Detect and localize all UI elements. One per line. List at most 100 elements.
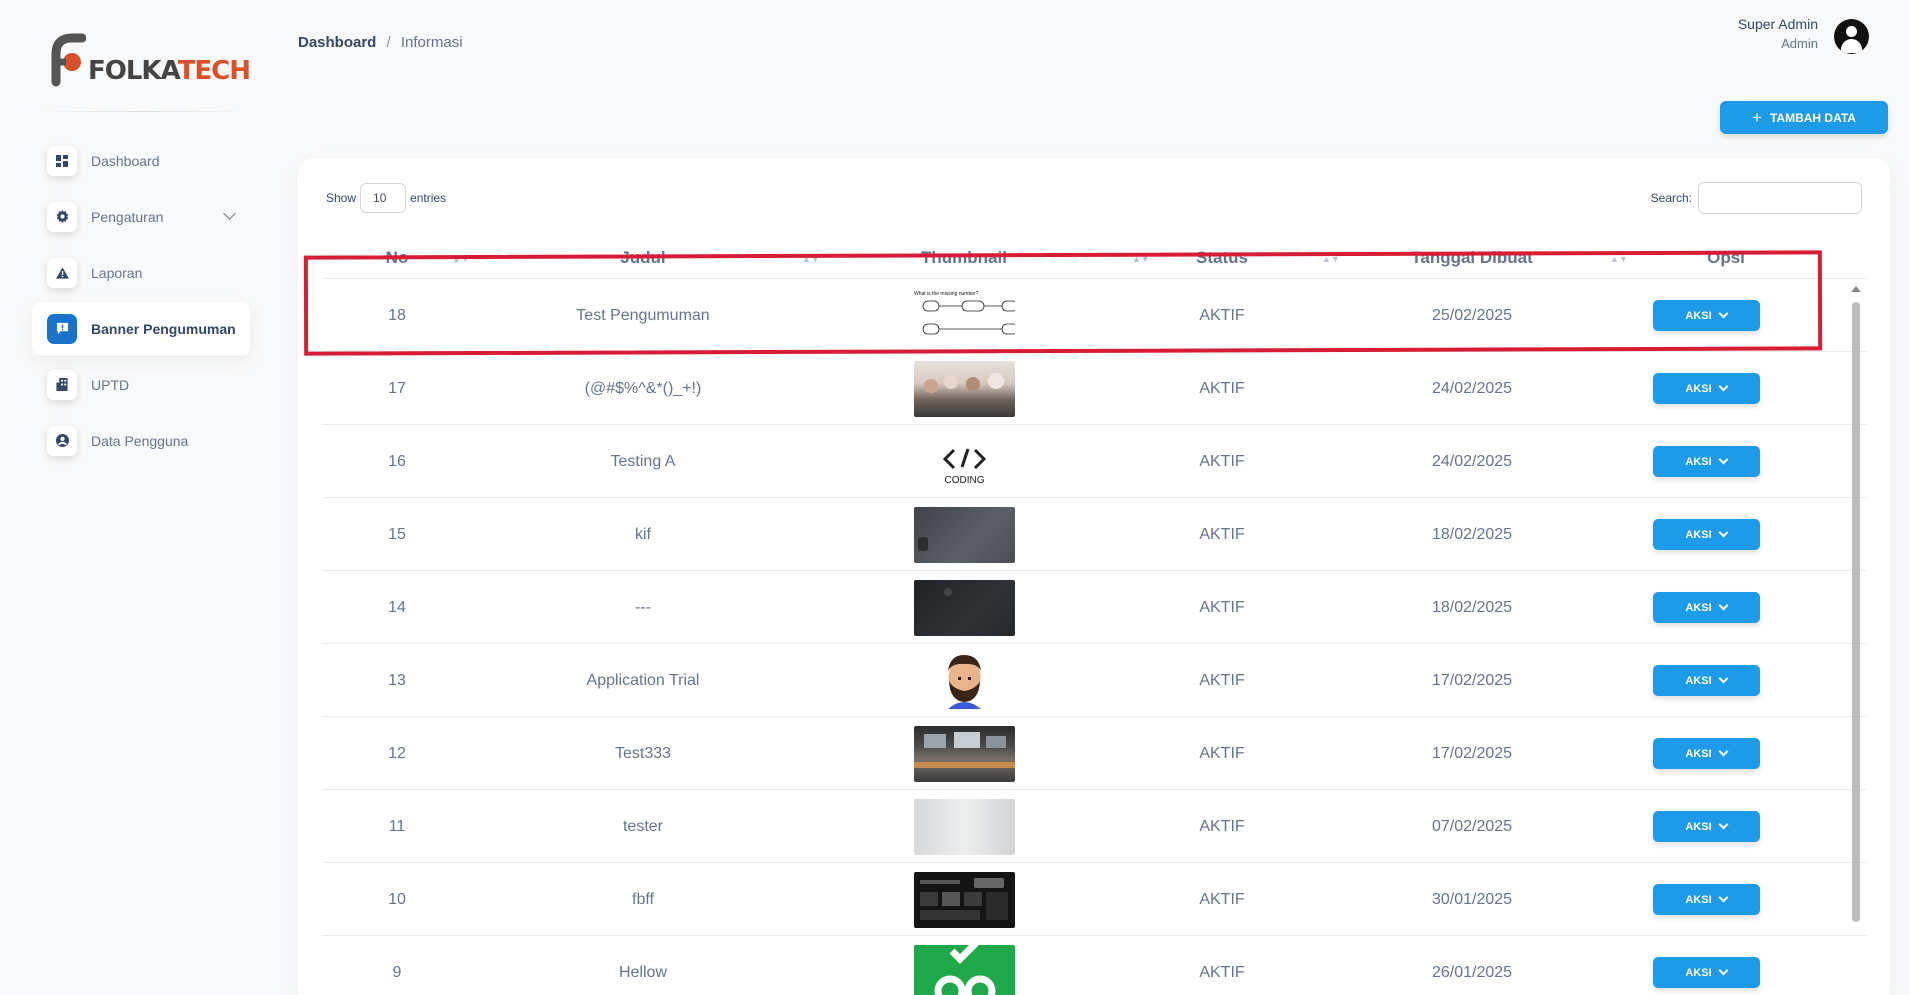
coding-label: CODING	[944, 475, 984, 486]
avatar-body-icon	[1841, 39, 1862, 53]
cell-date: 25/02/2025	[1431, 306, 1513, 324]
sidebar-item-laporan[interactable]: Laporan	[32, 246, 250, 299]
column-header-thumbnail[interactable]: Thumbnail	[921, 248, 1007, 268]
scroll-up-icon[interactable]	[1851, 286, 1861, 292]
table-header: No ▲▼ Judul ▲▼ Thumbnail ▲▼ Status ▲▼ Ta…	[322, 238, 1867, 278]
table-row: 12 Test333 AKTIF 17/02/2025 AKSI	[322, 716, 1867, 789]
breadcrumb-current: Informasi	[400, 34, 463, 51]
avatar-head-icon	[1846, 26, 1857, 37]
sort-icon: ▲▼	[452, 254, 470, 264]
thumbnail-image[interactable]	[913, 798, 1015, 855]
aksi-dropdown-button[interactable]: AKSI	[1652, 592, 1760, 623]
aksi-dropdown-button[interactable]: AKSI	[1652, 519, 1760, 550]
cell-status: AKTIF	[1199, 963, 1245, 981]
aksi-dropdown-button[interactable]: AKSI	[1652, 811, 1760, 842]
thumbnail-image[interactable]	[913, 871, 1015, 928]
cell-judul: ---	[635, 598, 651, 616]
column-header-tanggal[interactable]: Tanggal Dibuat	[1411, 248, 1533, 268]
breadcrumb: Dashboard / Informasi	[298, 34, 463, 51]
cell-no: 18	[388, 306, 406, 324]
thumbnail-image[interactable]	[913, 579, 1015, 636]
aksi-dropdown-button[interactable]: AKSI	[1652, 446, 1760, 477]
column-header-judul[interactable]: Judul	[620, 248, 665, 268]
cell-judul: Testing A	[610, 452, 676, 470]
cell-date: 26/01/2025	[1431, 963, 1513, 981]
sidebar-divider	[40, 111, 245, 112]
table-scrollbar[interactable]	[1850, 286, 1861, 991]
cell-date: 07/02/2025	[1431, 817, 1513, 835]
tambah-data-button[interactable]: + TAMBAH DATA	[1720, 101, 1888, 134]
sidebar: FOLKATECH Dashboard Pengaturan Laporan B…	[0, 0, 285, 995]
chevron-down-icon	[1718, 673, 1729, 684]
quiz-question-text: What is the missing number?	[914, 291, 979, 297]
chevron-down-icon	[1718, 965, 1729, 976]
sidebar-item-label: UPTD	[91, 376, 130, 393]
sidebar-nav: Dashboard Pengaturan Laporan Banner Peng…	[32, 134, 250, 470]
aksi-dropdown-button[interactable]: AKSI	[1652, 300, 1760, 331]
column-header-no[interactable]: No	[386, 248, 409, 268]
cell-date: 18/02/2025	[1431, 598, 1513, 616]
cell-judul: Test333	[614, 744, 672, 762]
entries-label: entries	[410, 191, 447, 205]
building-icon	[47, 369, 77, 400]
cell-no: 17	[388, 379, 406, 397]
sort-icon: ▲▼	[1610, 254, 1628, 264]
thumbnail-image[interactable]	[913, 652, 1015, 709]
entries-select[interactable]	[360, 183, 407, 213]
table-row: 16 Testing A CODING AKTIF 24/02/2025 AKS…	[322, 424, 1867, 497]
table-row: 14 --- AKTIF 18/02/2025 AKSI	[322, 570, 1867, 643]
scrollbar-thumb[interactable]	[1852, 302, 1860, 922]
cell-judul: kif	[635, 525, 651, 543]
chevron-down-icon	[1718, 600, 1729, 611]
cell-status: AKTIF	[1199, 744, 1245, 762]
cell-judul: Application Trial	[586, 671, 700, 689]
aksi-dropdown-button[interactable]: AKSI	[1652, 665, 1760, 696]
sidebar-item-dashboard[interactable]: Dashboard	[32, 134, 250, 187]
gear-icon	[47, 201, 77, 232]
warning-icon	[47, 257, 77, 288]
table-row: 11 tester AKTIF 07/02/2025 AKSI	[322, 789, 1867, 862]
chevron-down-icon	[1718, 454, 1729, 465]
chevron-down-icon	[223, 207, 236, 220]
folkatech-logo[interactable]: FOLKATECH	[46, 32, 251, 88]
sidebar-item-pengaturan[interactable]: Pengaturan	[32, 190, 250, 243]
cell-date: 17/02/2025	[1431, 744, 1513, 762]
user-circle-icon	[47, 425, 77, 456]
sidebar-item-data-pengguna[interactable]: Data Pengguna	[32, 414, 250, 467]
coding-logo-icon: CODING	[942, 448, 986, 486]
cell-status: AKTIF	[1199, 379, 1245, 397]
aksi-dropdown-button[interactable]: AKSI	[1652, 884, 1760, 915]
table-row: 10 fbff AKTIF 30/01/2025 AKSI	[322, 862, 1867, 935]
cell-status: AKTIF	[1199, 671, 1245, 689]
column-header-status[interactable]: Status	[1196, 248, 1248, 268]
avatar[interactable]	[1834, 19, 1869, 54]
aksi-dropdown-button[interactable]: AKSI	[1652, 373, 1760, 404]
cell-judul: Test Pengumuman	[576, 306, 710, 324]
cell-status: AKTIF	[1199, 598, 1245, 616]
sidebar-item-label: Laporan	[91, 264, 143, 281]
thumbnail-image[interactable]	[913, 506, 1015, 563]
user-info[interactable]: Super Admin Admin	[1738, 16, 1818, 51]
thumbnail-image[interactable]	[913, 725, 1015, 782]
sidebar-item-banner-pengumuman[interactable]: Banner Pengumuman	[32, 302, 250, 355]
cell-no: 15	[388, 525, 406, 543]
thumbnail-image[interactable]: What is the missing number?	[913, 287, 1015, 344]
cell-status: AKTIF	[1199, 817, 1245, 835]
thumbnail-image[interactable]	[913, 360, 1015, 417]
aksi-dropdown-button[interactable]: AKSI	[1652, 738, 1760, 769]
aksi-dropdown-button[interactable]: AKSI	[1652, 957, 1760, 988]
thumbnail-image[interactable]: CODING	[913, 433, 1015, 490]
cell-date: 17/02/2025	[1431, 671, 1513, 689]
sidebar-item-uptd[interactable]: UPTD	[32, 358, 250, 411]
cell-status: AKTIF	[1199, 306, 1245, 324]
chevron-down-icon	[1718, 746, 1729, 757]
sidebar-item-label: Banner Pengumuman	[91, 320, 236, 337]
search-input[interactable]	[1698, 182, 1862, 214]
user-role: Admin	[1781, 36, 1818, 51]
sort-icon: ▲▼	[1322, 254, 1340, 264]
thumbnail-image[interactable]	[913, 944, 1015, 995]
search-control: Search:	[1651, 182, 1862, 214]
breadcrumb-home[interactable]: Dashboard	[298, 34, 376, 51]
table-row: 13 Application Trial AKTIF 17/02/2025 AK…	[322, 643, 1867, 716]
plus-icon: +	[1752, 107, 1762, 127]
